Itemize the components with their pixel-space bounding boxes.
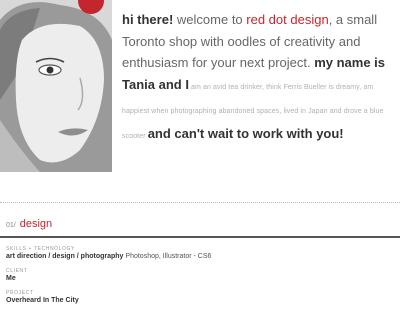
intro-section: hi there! welcome to red dot design, a s… <box>0 0 400 200</box>
tools-list: Photoshop, Illustrator - CS6 <box>123 253 212 260</box>
profile-photo <box>0 0 112 172</box>
project-details: SKILLS + TECHNOLOGY art direction / desi… <box>6 246 396 312</box>
section-heading: 01/ design <box>6 218 52 234</box>
section-title: design <box>19 218 53 230</box>
welcome-text: welcome to <box>173 12 247 27</box>
divider <box>0 202 400 203</box>
greeting: hi there! <box>122 12 174 27</box>
skills-value: art direction / design / photography Pho… <box>6 252 396 262</box>
skills-list: art direction / design / photography <box>6 253 124 260</box>
closing-text: and can't wait to work with you! <box>147 125 344 141</box>
client-value: Me <box>6 274 396 284</box>
project-name: Overheard In The City <box>6 297 79 304</box>
project-value: Overheard In The City <box>6 296 396 306</box>
section-divider <box>0 236 400 238</box>
brand-name: red dot design <box>246 12 329 27</box>
section-number: 01/ <box>6 222 16 229</box>
intro-text: hi there! welcome to red dot design, a s… <box>122 9 396 147</box>
client-name: Me <box>6 275 16 282</box>
